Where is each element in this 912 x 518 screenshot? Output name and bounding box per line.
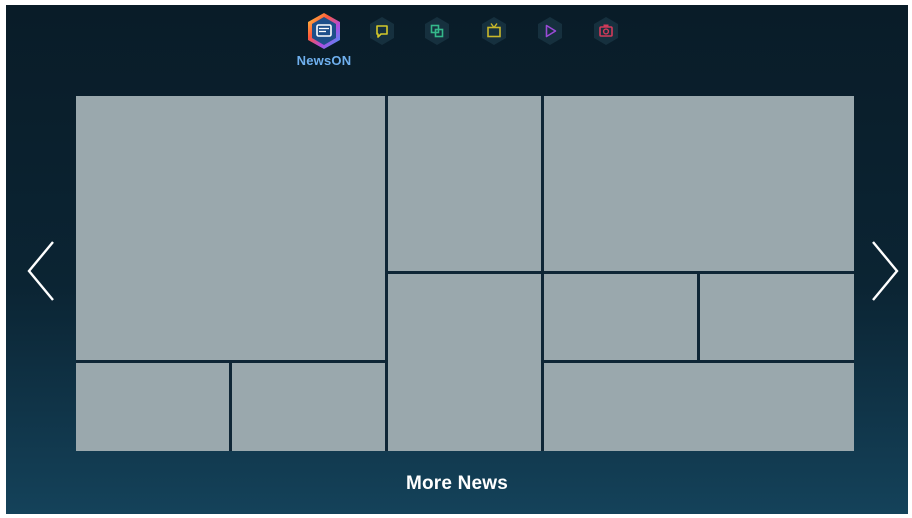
play-icon[interactable]	[536, 16, 564, 46]
news-tile[interactable]	[388, 274, 541, 451]
newson-icon[interactable]	[306, 12, 342, 50]
news-tile[interactable]	[700, 274, 854, 360]
tv-icon[interactable]	[480, 16, 508, 46]
more-news-button[interactable]: More News	[6, 473, 908, 495]
active-app-label: NewsON	[296, 53, 352, 68]
tv-screen: NewsON More News	[6, 5, 908, 514]
news-tile[interactable]	[544, 363, 854, 451]
camera-icon[interactable]	[592, 16, 620, 46]
news-tile[interactable]	[544, 274, 697, 360]
news-tile[interactable]	[76, 96, 385, 360]
news-tile[interactable]	[388, 96, 541, 271]
chevron-left-icon[interactable]	[24, 239, 58, 303]
app-bar: NewsON	[6, 5, 908, 85]
news-grid	[76, 96, 854, 451]
news-tile[interactable]	[232, 363, 385, 451]
news-tile[interactable]	[76, 363, 229, 451]
news-tile[interactable]	[544, 96, 854, 271]
chat-icon[interactable]	[368, 16, 396, 46]
chevron-right-icon[interactable]	[868, 239, 902, 303]
apps-icon[interactable]	[423, 16, 451, 46]
